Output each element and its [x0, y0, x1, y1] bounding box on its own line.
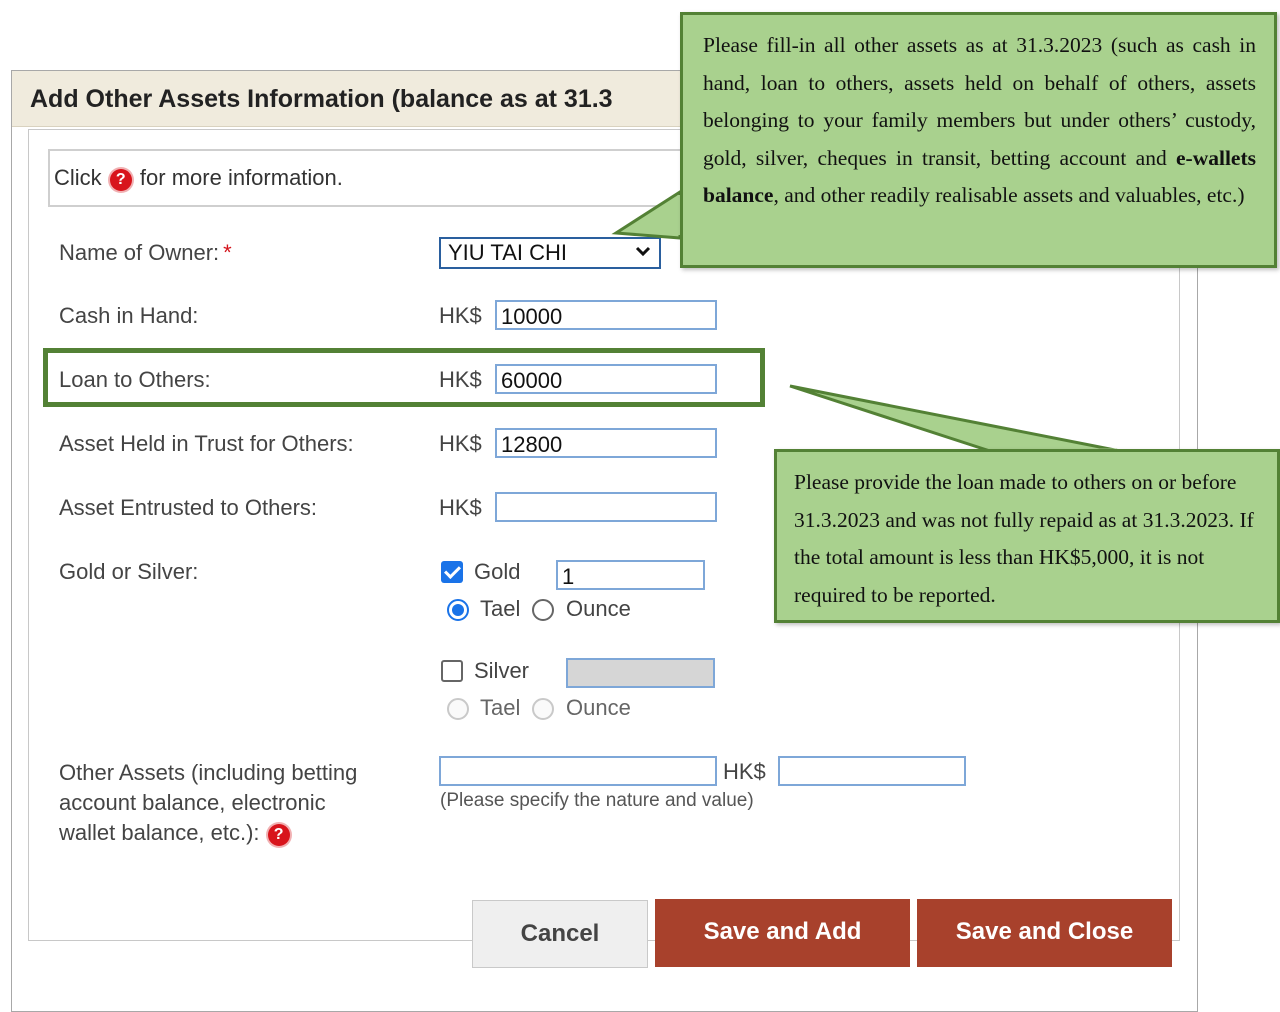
top-callout-tail — [611, 189, 682, 240]
loan-callout-text: Please provide the loan made to others o… — [794, 470, 1254, 607]
loan-callout: Please provide the loan made to others o… — [774, 449, 1280, 623]
top-callout: Please fill-in all other assets as at 31… — [680, 12, 1277, 268]
top-callout-text-2: , and other readily realisable assets an… — [773, 183, 1245, 208]
top-callout-text-1: Please fill-in all other assets as at 31… — [703, 33, 1256, 170]
loan-callout-tail — [789, 384, 1121, 453]
